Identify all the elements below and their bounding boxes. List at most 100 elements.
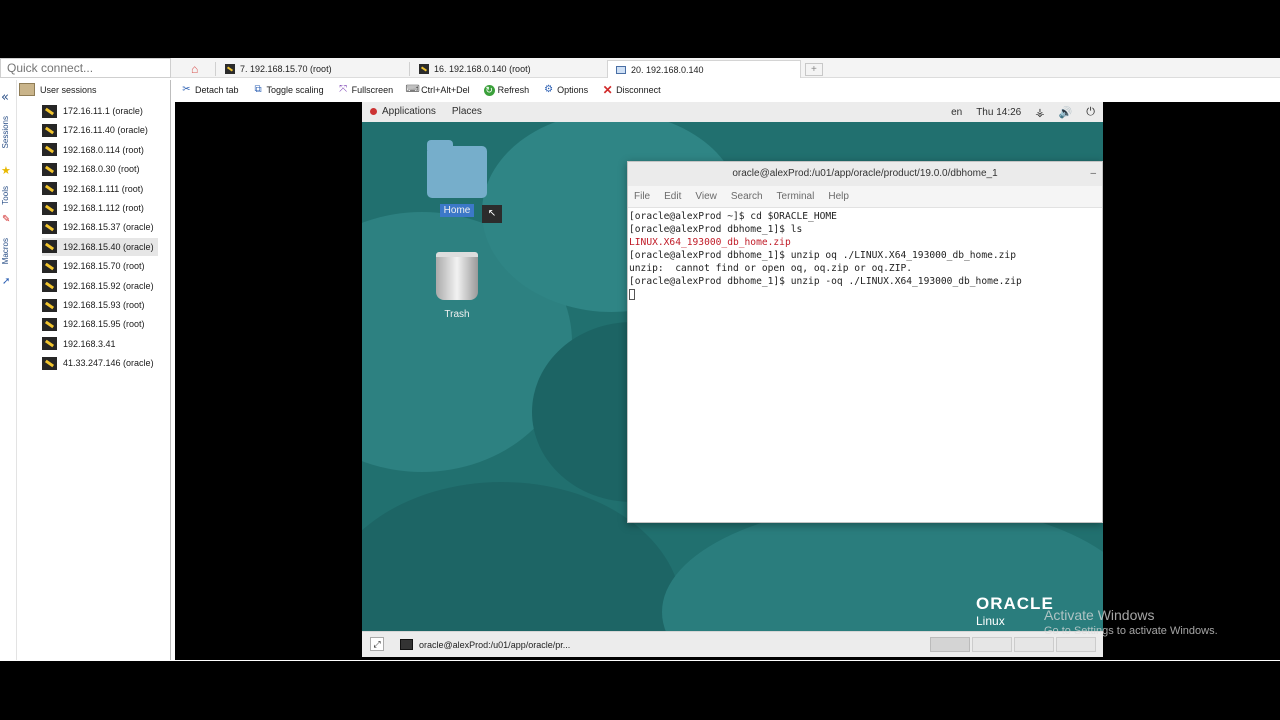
sessions-tab[interactable]: Sessions	[1, 116, 10, 148]
session-label: 192.168.15.93 (root)	[63, 300, 145, 310]
tab-session-7[interactable]: 7. 192.168.15.70 (root)	[225, 60, 332, 78]
session-label: 192.168.15.70 (root)	[63, 261, 145, 272]
session-item[interactable]: 192.168.1.112 (root)	[42, 199, 148, 217]
fullscreen-button[interactable]: ⤧ Fullscreen	[338, 84, 393, 96]
terminal-output[interactable]: [oracle@alexProd ~]$ cd $ORACLE_HOME [ora…	[628, 208, 1102, 303]
cad-label: Ctrl+Alt+Del	[421, 85, 470, 95]
tab-bar: ⌂ 7. 192.168.15.70 (root) 16. 192.168.0.…	[171, 58, 1280, 78]
session-item[interactable]: 172.16.11.1 (oracle)	[42, 102, 147, 120]
terminal-window[interactable]: oracle@alexProd:/u01/app/oracle/product/…	[627, 161, 1103, 523]
terminal-minimize-button[interactable]: –	[1090, 162, 1096, 186]
home-desktop-icon[interactable]: Home	[427, 140, 487, 217]
session-label: 192.168.1.111 (root)	[63, 183, 144, 194]
keyboard-layout[interactable]: en	[951, 107, 962, 118]
session-toolbar: ✂ Detach tab ⧉ Toggle scaling ⤧ Fullscre…	[175, 80, 1280, 100]
clock[interactable]: Thu 14:26	[976, 107, 1021, 118]
tab-label: 16. 192.168.0.140 (root)	[434, 64, 531, 74]
session-item[interactable]: 192.168.3.41	[42, 335, 120, 353]
refresh-icon: ↻	[483, 84, 495, 96]
ssh-key-icon	[42, 182, 57, 196]
home-tab[interactable]: ⌂	[191, 60, 198, 78]
workspace-4[interactable]	[1056, 637, 1096, 652]
terminal-menu-bar: File Edit View Search Terminal Help	[628, 186, 1102, 208]
home-folder-icon	[427, 140, 487, 198]
linux-desktop[interactable]: Applications Places en Thu 14:26 ⚶ 🔊 ⏻ H…	[362, 102, 1103, 657]
session-item[interactable]: 192.168.15.92 (oracle)	[42, 277, 158, 295]
macro-icon[interactable]: ➚	[2, 276, 10, 287]
session-label: 192.168.15.95 (root)	[63, 319, 145, 330]
quick-connect-input[interactable]	[0, 58, 171, 78]
toggle-scaling-button[interactable]: ⧉ Toggle scaling	[253, 85, 323, 96]
session-item[interactable]: 192.168.15.40 (oracle)	[42, 237, 158, 256]
tools-icon[interactable]: ✎	[2, 214, 10, 225]
tab-session-16[interactable]: 16. 192.168.0.140 (root)	[419, 60, 531, 78]
trash-icon-label: Trash	[444, 309, 470, 320]
ssh-key-icon	[42, 337, 57, 351]
workspace-switcher[interactable]	[930, 637, 1096, 652]
user-sessions-folder[interactable]: User sessions	[19, 83, 97, 96]
terminal-menu-view[interactable]: View	[695, 191, 717, 202]
scissors-icon: ✂	[182, 84, 191, 95]
session-item[interactable]: 192.168.15.70 (root)	[42, 257, 149, 275]
new-tab-button[interactable]: +	[805, 60, 823, 78]
ssh-key-icon	[42, 162, 57, 176]
tab-label: 7. 192.168.15.70 (root)	[240, 64, 332, 74]
ssh-key-icon	[42, 220, 57, 234]
close-icon: ✕	[602, 83, 613, 97]
session-label: 41.33.247.146 (oracle)	[63, 358, 154, 369]
refresh-label: Refresh	[497, 85, 530, 95]
folder-icon	[19, 83, 35, 96]
terminal-line: [oracle@alexProd ~]$ cd $ORACLE_HOME	[629, 211, 837, 222]
detach-label: Detach tab	[195, 85, 239, 95]
session-label: 192.168.15.37 (oracle)	[63, 222, 154, 233]
gnome-top-bar: Applications Places en Thu 14:26 ⚶ 🔊 ⏻	[362, 102, 1103, 122]
taskbar-terminal-button[interactable]: oracle@alexProd:/u01/app/oracle/pr...	[394, 635, 576, 654]
volume-icon[interactable]: 🔊	[1059, 106, 1073, 119]
session-item[interactable]: 192.168.15.37 (oracle)	[42, 218, 158, 236]
places-menu[interactable]: Places	[452, 106, 482, 117]
terminal-menu-edit[interactable]: Edit	[664, 191, 681, 202]
monitor-icon	[616, 65, 626, 74]
collapse-icon[interactable]: «	[1, 90, 9, 105]
gnome-bottom-bar: ⤢ oracle@alexProd:/u01/app/oracle/pr...	[362, 631, 1103, 657]
trash-icon	[436, 252, 478, 300]
session-item[interactable]: 192.168.1.111 (root)	[42, 180, 147, 198]
session-item[interactable]: 41.33.247.146 (oracle)	[42, 354, 158, 372]
detach-tab-button[interactable]: ✂ Detach tab	[181, 84, 239, 96]
session-item[interactable]: 192.168.0.30 (root)	[42, 160, 144, 178]
tab-session-20[interactable]: 20. 192.168.0.140	[607, 60, 801, 78]
workspace-1[interactable]	[930, 637, 970, 652]
terminal-menu-terminal[interactable]: Terminal	[777, 191, 815, 202]
session-item[interactable]: 172.16.11.40 (oracle)	[42, 121, 152, 139]
disconnect-button[interactable]: ✕ Disconnect	[602, 83, 661, 97]
workspace-2[interactable]	[972, 637, 1012, 652]
workspace-3[interactable]	[1014, 637, 1054, 652]
fullscreen-icon: ⤧	[339, 84, 348, 95]
macros-tab[interactable]: Macros	[1, 238, 10, 264]
terminal-cursor-line	[629, 288, 1101, 301]
tools-tab[interactable]: Tools	[1, 186, 10, 205]
session-item[interactable]: 192.168.0.114 (root)	[42, 141, 148, 159]
terminal-menu-file[interactable]: File	[634, 191, 650, 202]
tab-label: 20. 192.168.0.140	[631, 64, 704, 75]
session-item[interactable]: 192.168.15.93 (root)	[42, 296, 149, 314]
show-desktop-icon[interactable]: ⤢	[370, 637, 384, 651]
options-button[interactable]: ⚙ Options	[543, 85, 588, 96]
ssh-key-icon	[42, 143, 57, 157]
terminal-menu-search[interactable]: Search	[731, 191, 763, 202]
session-label: 192.168.3.41	[63, 338, 116, 349]
remote-display[interactable]: Applications Places en Thu 14:26 ⚶ 🔊 ⏻ H…	[175, 102, 1280, 660]
add-tab-icon: +	[805, 62, 823, 76]
terminal-title-bar[interactable]: oracle@alexProd:/u01/app/oracle/product/…	[628, 162, 1102, 186]
applications-menu[interactable]: Applications	[370, 106, 436, 117]
trash-desktop-icon[interactable]: Trash	[436, 252, 478, 320]
refresh-button[interactable]: ↻ Refresh	[483, 84, 530, 96]
terminal-menu-help[interactable]: Help	[828, 191, 849, 202]
network-icon[interactable]: ⚶	[1035, 106, 1044, 119]
session-item[interactable]: 192.168.15.95 (root)	[42, 315, 149, 333]
power-icon[interactable]: ⏻	[1086, 106, 1095, 119]
session-label: 192.168.15.92 (oracle)	[63, 280, 154, 291]
star-icon[interactable]: ★	[1, 164, 11, 177]
mouse-cursor-icon: ↖	[482, 205, 502, 223]
ctrl-alt-del-button[interactable]: ⌨ Ctrl+Alt+Del	[405, 85, 470, 96]
